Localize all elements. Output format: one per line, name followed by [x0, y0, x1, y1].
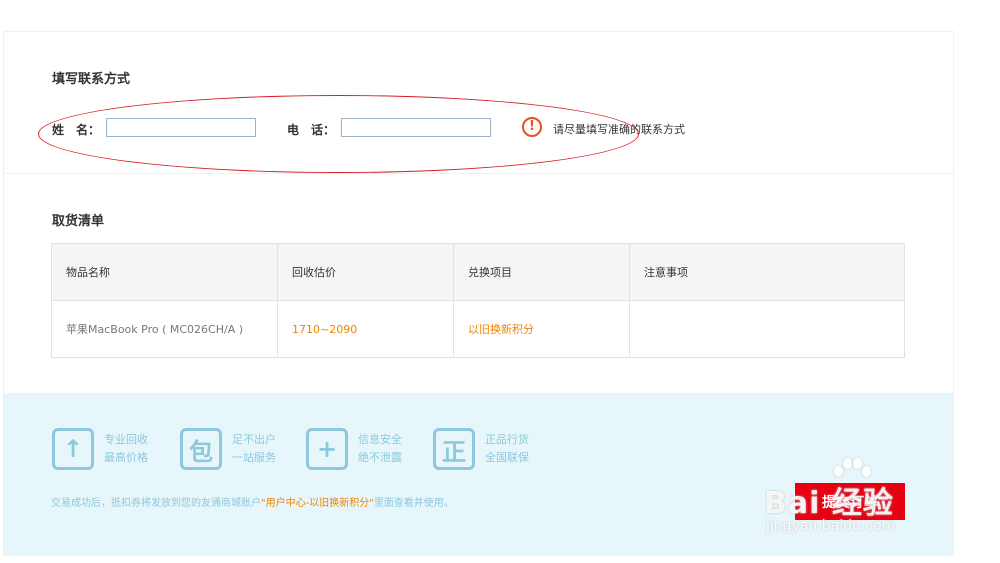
shield-plus-icon: +: [306, 428, 348, 470]
name-label: 姓 名：: [52, 123, 101, 137]
table-row: 苹果MacBook Pro ( MC026CH/A ) 1710~2090 以旧…: [51, 300, 905, 358]
note-cell: [629, 300, 905, 358]
feature-line: 信息安全: [358, 433, 402, 446]
package-icon: 包: [180, 428, 222, 470]
feature-line: 绝不泄露: [358, 451, 402, 464]
item-name-cell: 苹果MacBook Pro ( MC026CH/A ): [51, 300, 278, 358]
phone-label: 电 话：: [287, 123, 336, 137]
column-header: 注意事项: [629, 243, 905, 301]
genuine-icon: 正: [433, 428, 475, 470]
feature-security: + 信息安全 绝不泄露: [306, 428, 402, 470]
name-input[interactable]: [106, 118, 256, 137]
contact-section-title: 填写联系方式: [52, 72, 131, 87]
column-header: 兑换项目: [453, 243, 630, 301]
exchange-cell: 以旧换新积分: [453, 300, 630, 358]
column-header: 回收估价: [277, 243, 454, 301]
feature-line: 一站服务: [232, 451, 276, 464]
pickup-section-title: 取货清单: [52, 214, 105, 229]
contact-hint: 请尽量填写准确的联系方式: [553, 123, 685, 136]
pickup-table: 物品名称 回收估价 兑换项目 注意事项 苹果MacBook Pro ( MC02…: [51, 243, 905, 358]
upload-arrow-icon: ↑: [52, 428, 94, 470]
feature-professional: ↑ 专业回收 最高价格: [52, 428, 148, 470]
feature-line: 正品行货: [485, 433, 529, 446]
note-text: 里面查看并使用。: [373, 498, 454, 509]
feature-line: 最高价格: [104, 451, 148, 464]
voucher-note: 交易成功后，抵扣券将发放到您的友通商城账户"用户中心-以旧换新积分"里面查看并使…: [51, 494, 454, 509]
phone-input[interactable]: [341, 118, 491, 137]
table-header-row: 物品名称 回收估价 兑换项目 注意事项: [51, 243, 905, 301]
section-divider: [3, 173, 954, 174]
feature-onestop: 包 足不出户 一站服务: [180, 428, 276, 470]
submit-order-button[interactable]: 提交订单: [795, 483, 905, 520]
price-cell: 1710~2090: [277, 300, 454, 358]
feature-genuine: 正 正品行货 全国联保: [433, 428, 529, 470]
feature-line: 全国联保: [485, 451, 529, 464]
warning-icon: !: [522, 117, 542, 137]
feature-line: 专业回收: [104, 433, 148, 446]
user-center-link[interactable]: "用户中心-以旧换新积分": [261, 498, 374, 509]
note-text: 交易成功后，抵扣券将发放到您的友通商城账户: [51, 498, 261, 509]
service-banner: [3, 393, 954, 556]
column-header: 物品名称: [51, 243, 278, 301]
feature-line: 足不出户: [232, 433, 276, 446]
